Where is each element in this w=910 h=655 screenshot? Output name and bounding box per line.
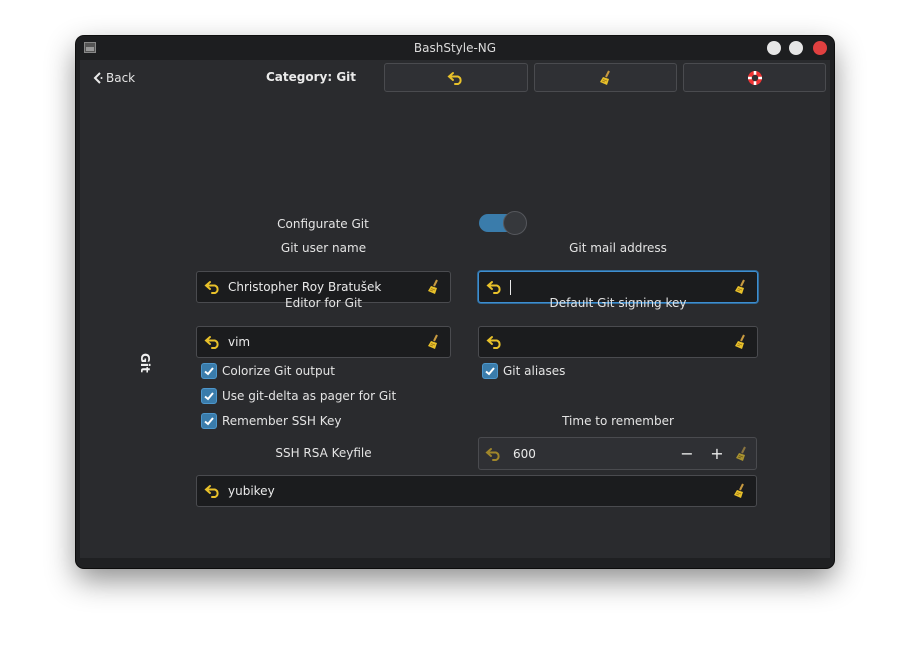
maximize-button[interactable] <box>789 41 803 55</box>
undo-arrow-icon <box>447 71 462 85</box>
colorize-checkbox[interactable]: Colorize Git output <box>201 363 335 379</box>
checkbox-box[interactable] <box>482 363 498 379</box>
category-title: Category: Git <box>266 70 357 84</box>
broom-icon[interactable] <box>426 279 442 295</box>
section-vertical-label: Git <box>138 353 152 373</box>
aliases-checkbox[interactable]: Git aliases <box>482 363 565 379</box>
git-user-name-label: Git user name <box>280 241 367 255</box>
back-label: Back <box>106 71 136 85</box>
chevron-left-icon <box>93 72 103 84</box>
broom-icon <box>599 70 610 85</box>
toggle-knob <box>503 211 527 235</box>
minimize-button[interactable] <box>767 41 781 55</box>
back-button[interactable]: Back <box>92 68 135 88</box>
help-button[interactable] <box>683 63 826 92</box>
window-title: BashStyle-NG <box>413 41 497 55</box>
increment-button[interactable]: + <box>702 439 732 469</box>
git-delta-checkbox[interactable]: Use git-delta as pager for Git <box>201 388 396 404</box>
git-editor-field[interactable]: vim <box>196 326 451 358</box>
undo-arrow-icon[interactable] <box>204 335 222 349</box>
aliases-label: Git aliases <box>503 364 566 378</box>
broom-icon[interactable] <box>732 483 748 499</box>
colorize-label: Colorize Git output <box>222 364 335 378</box>
main-content: Back Category: Git Git Configurate Git G… <box>80 60 830 558</box>
undo-arrow-icon[interactable] <box>204 280 222 294</box>
configure-git-toggle[interactable] <box>479 211 529 235</box>
undo-arrow-icon[interactable] <box>486 335 504 349</box>
time-value[interactable]: 600 <box>513 447 672 461</box>
git-signing-key-label: Default Git signing key <box>549 296 687 310</box>
remember-ssh-checkbox[interactable]: Remember SSH Key <box>201 413 342 429</box>
time-to-remember-label: Time to remember <box>562 414 674 428</box>
git-editor-label: Editor for Git <box>285 296 362 310</box>
git-signing-key-field[interactable] <box>478 326 758 358</box>
broom-icon[interactable] <box>734 446 750 462</box>
app-window: BashStyle-NG Back Category: Git Git Conf… <box>76 36 834 568</box>
clear-all-button[interactable] <box>534 63 677 92</box>
checkmark-icon <box>204 367 214 376</box>
checkbox-box[interactable] <box>201 388 217 404</box>
checkbox-box[interactable] <box>201 363 217 379</box>
checkmark-icon <box>485 367 495 376</box>
checkmark-icon <box>204 417 214 426</box>
undo-arrow-icon[interactable] <box>486 280 504 294</box>
decrement-button[interactable]: − <box>672 439 702 469</box>
time-to-remember-spinbox[interactable]: 600 − + <box>478 437 757 470</box>
broom-icon[interactable] <box>733 334 749 350</box>
remember-ssh-label: Remember SSH Key <box>222 414 342 428</box>
undo-all-button[interactable] <box>384 63 528 92</box>
ssh-keyfile-label: SSH RSA Keyfile <box>275 446 372 460</box>
app-icon <box>84 42 96 53</box>
broom-icon[interactable] <box>733 279 749 295</box>
broom-icon[interactable] <box>426 334 442 350</box>
undo-arrow-icon[interactable] <box>485 447 503 461</box>
ssh-keyfile-value[interactable]: yubikey <box>228 484 732 498</box>
configure-git-label: Configurate Git <box>277 217 369 231</box>
git-mail-label: Git mail address <box>569 241 667 255</box>
lifebuoy-icon <box>747 70 762 85</box>
title-bar[interactable]: BashStyle-NG <box>76 36 834 60</box>
git-mail-input[interactable] <box>510 279 733 295</box>
git-user-name-value[interactable]: Christopher Roy Bratušek <box>228 280 426 294</box>
checkbox-box[interactable] <box>201 413 217 429</box>
git-editor-value[interactable]: vim <box>228 335 426 349</box>
ssh-keyfile-field[interactable]: yubikey <box>196 475 757 507</box>
git-delta-label: Use git-delta as pager for Git <box>222 389 397 403</box>
undo-arrow-icon[interactable] <box>204 484 222 498</box>
close-button[interactable] <box>813 41 827 55</box>
checkmark-icon <box>204 392 214 401</box>
text-caret <box>510 279 511 295</box>
